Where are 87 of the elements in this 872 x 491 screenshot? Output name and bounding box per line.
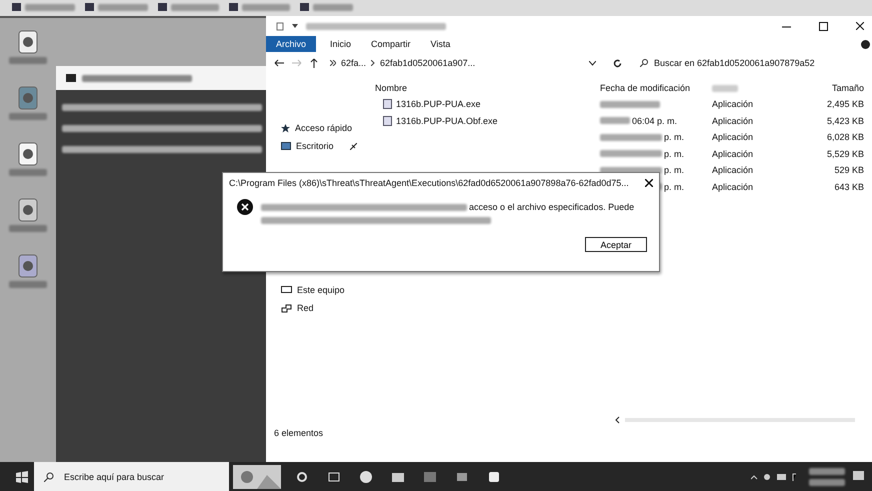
file-size: 2,495 KB xyxy=(826,99,864,110)
search-icon xyxy=(640,59,648,67)
help-icon[interactable] xyxy=(861,40,870,48)
file-size: 643 KB xyxy=(833,182,864,192)
dropdown-icon[interactable] xyxy=(292,23,298,29)
nav-item[interactable]: Escritorio xyxy=(281,140,375,152)
ribbon-tab[interactable]: Compartir xyxy=(361,36,421,52)
file-date: 06:04 p. m. xyxy=(632,116,678,126)
blurred-text xyxy=(809,478,845,486)
blurred-text xyxy=(98,4,148,10)
desktop-icon[interactable] xyxy=(17,142,39,166)
file-type: Aplicación xyxy=(712,165,754,176)
blurred-text xyxy=(313,4,353,10)
blurred-text xyxy=(9,225,47,232)
console-icon xyxy=(66,74,76,82)
blurred-text xyxy=(242,4,290,10)
network-icon xyxy=(281,304,292,312)
blurred-text xyxy=(9,169,47,176)
desktop-icon[interactable] xyxy=(17,198,39,222)
chevron-icon xyxy=(371,60,376,66)
nav-item[interactable]: Acceso rápido xyxy=(281,122,375,134)
column-header[interactable]: Fecha de modificación xyxy=(600,83,712,93)
file-size: 5,529 KB xyxy=(826,148,864,159)
search-field[interactable]: Escribe aquí para buscar xyxy=(34,462,229,491)
file-size: 5,423 KB xyxy=(826,116,864,126)
desktop-icon[interactable] xyxy=(17,254,39,278)
refresh-icon[interactable] xyxy=(613,58,622,68)
monitor-icon xyxy=(281,286,292,294)
circle-icon[interactable] xyxy=(295,470,309,484)
maximize-icon[interactable] xyxy=(819,22,828,30)
blurred-text xyxy=(600,134,662,141)
column-header[interactable]: Tamaño xyxy=(802,83,864,93)
file-name[interactable]: 1316b.PUP-PUA.exe xyxy=(396,99,481,110)
dropdown-icon[interactable] xyxy=(589,60,596,66)
column-header[interactable]: Nombre xyxy=(375,83,600,93)
nav-item[interactable]: Este equipo xyxy=(281,284,375,296)
error-icon xyxy=(237,199,253,215)
blurred-text xyxy=(600,117,630,124)
file-size: 6,028 KB xyxy=(826,132,864,142)
nav-item[interactable]: Red xyxy=(281,302,375,314)
desktop-icon[interactable] xyxy=(17,86,39,110)
blurred-text xyxy=(9,281,47,288)
blurred-text xyxy=(25,4,75,10)
file-type: Aplicación xyxy=(712,116,754,126)
file-date: p. m. xyxy=(664,165,684,176)
file-type: Aplicación xyxy=(712,132,754,142)
file-type: Aplicación xyxy=(712,148,754,159)
star-icon xyxy=(281,124,290,132)
file-type: Aplicación xyxy=(712,182,754,192)
file-date: p. m. xyxy=(664,132,684,142)
properties-icon[interactable] xyxy=(276,22,284,30)
search-icon xyxy=(44,472,54,482)
address-bar[interactable]: 62fa... 62fab1d0520061a907... xyxy=(326,55,626,71)
blurred-text xyxy=(171,4,219,10)
search-field[interactable]: Buscar en 62fab1d0520061a907879a52 xyxy=(634,55,872,71)
blurred-text xyxy=(9,113,47,120)
start-icon[interactable] xyxy=(16,470,28,482)
blurred-text xyxy=(9,57,47,64)
desktop-folder-icon xyxy=(281,142,291,150)
file-name[interactable]: 1316b.PUP-PUA.Obf.exe xyxy=(396,116,498,126)
ribbon-tab[interactable]: Vista xyxy=(420,36,460,52)
blurred-text xyxy=(600,150,662,158)
file-icon xyxy=(383,116,392,126)
file-type: Aplicación xyxy=(712,99,754,110)
blurred-text xyxy=(809,468,845,474)
browser-icon[interactable] xyxy=(359,470,373,484)
ribbon-tab[interactable]: Inicio xyxy=(320,36,362,52)
close-icon[interactable] xyxy=(645,179,653,187)
file-date: p. m. xyxy=(664,182,684,192)
desktop-icon[interactable] xyxy=(17,30,39,54)
shield-icon[interactable] xyxy=(487,470,501,484)
ok-button[interactable]: Aceptar xyxy=(585,237,647,252)
file-date: p. m. xyxy=(664,148,684,159)
blurred-text xyxy=(600,100,660,108)
close-icon[interactable] xyxy=(856,22,864,30)
chevron-icon xyxy=(330,60,336,66)
file-icon xyxy=(383,99,392,110)
dialog-title: C:\Program Files (x86)\sThreat\sThreatAgent\Executions\62fad0d6520061a907898a76-62fad0d75... xyxy=(229,178,629,188)
window-icon[interactable] xyxy=(423,470,437,484)
error-message: acceso o el archivo especificados. Puede xyxy=(469,202,634,212)
up-arrow-icon[interactable] xyxy=(310,58,318,68)
status-text: 6 elementos xyxy=(274,428,324,438)
blurred-text xyxy=(712,85,738,92)
back-arrow-icon[interactable] xyxy=(274,59,284,67)
task-view-icon[interactable] xyxy=(327,470,341,484)
file-size: 529 KB xyxy=(833,165,864,176)
notification-icon[interactable] xyxy=(853,471,864,482)
